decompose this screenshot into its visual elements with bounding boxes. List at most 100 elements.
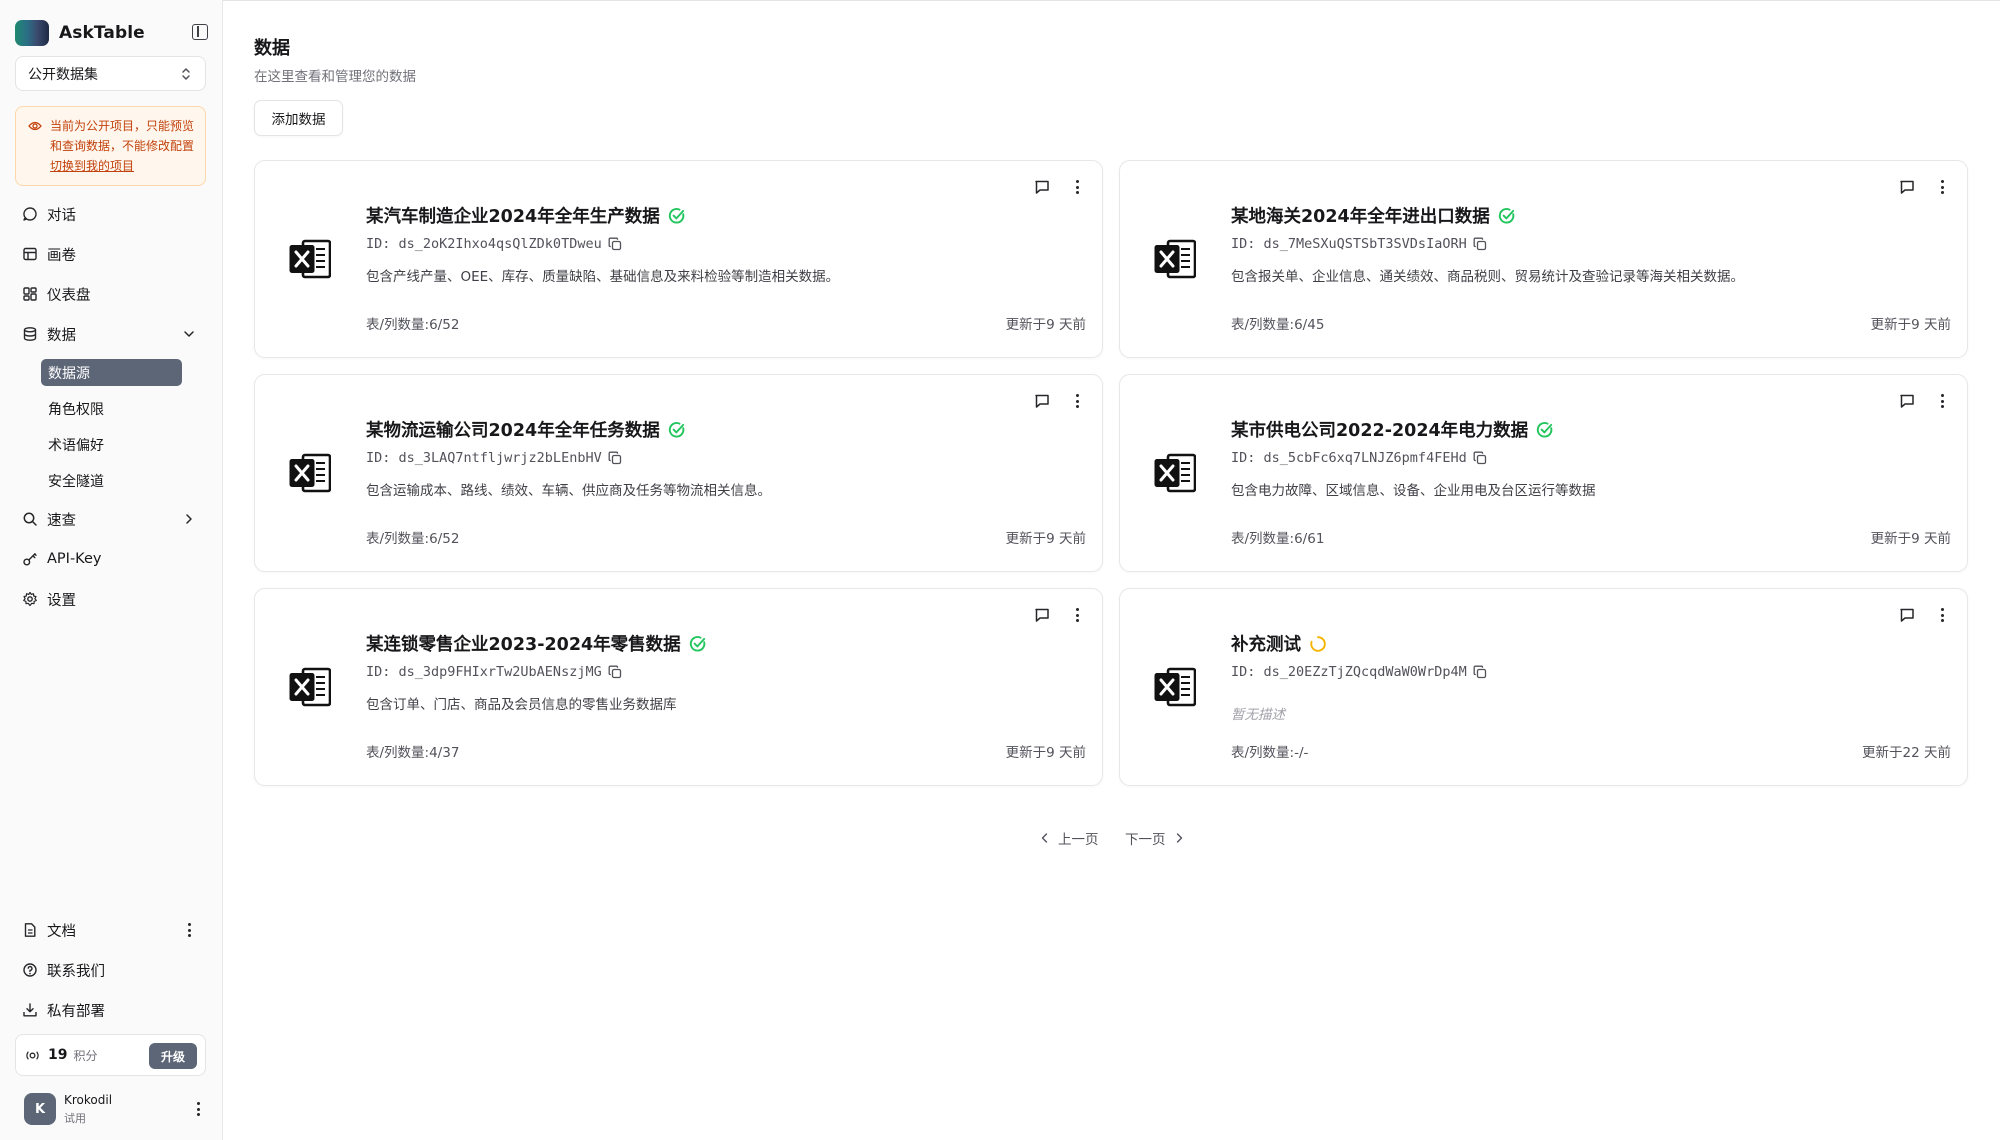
layout-panel-icon bbox=[22, 246, 38, 262]
more-vertical-icon[interactable] bbox=[1935, 179, 1949, 195]
project-select-value: 公开数据集 bbox=[28, 66, 98, 83]
brand-name: AskTable bbox=[59, 23, 145, 43]
copy-icon[interactable] bbox=[1473, 451, 1487, 465]
comment-icon[interactable] bbox=[1899, 393, 1915, 409]
copy-icon[interactable] bbox=[608, 451, 622, 465]
next-page-button[interactable]: 下一页 bbox=[1125, 828, 1184, 848]
comment-icon[interactable] bbox=[1899, 179, 1915, 195]
datasource-title[interactable]: 某市供电公司2022-2024年电力数据 bbox=[1231, 417, 1554, 442]
datasource-title[interactable]: 某物流运输公司2024年全年任务数据 bbox=[366, 417, 686, 442]
comment-icon[interactable] bbox=[1034, 393, 1050, 409]
nav-quick[interactable]: 速查 bbox=[15, 503, 206, 535]
datasource-title-text: 某地海关2024年全年进出口数据 bbox=[1231, 207, 1490, 227]
datasource-table-count: 表/列数量:6/61 bbox=[1231, 531, 1325, 547]
excel-file-icon bbox=[1154, 667, 1197, 707]
copy-icon[interactable] bbox=[1473, 237, 1487, 251]
nav-private-deploy[interactable]: 私有部署 bbox=[15, 994, 206, 1026]
datasource-description: 包含产线产量、OEE、库存、质量缺陷、基础信息及来料检验等制造相关数据。 bbox=[366, 269, 840, 285]
public-project-notice: 当前为公开项目，只能预览和查询数据，不能修改配置 切换到我的项目 bbox=[15, 106, 206, 186]
datasource-table-count: 表/列数量:-/- bbox=[1231, 745, 1309, 761]
datasource-title-text: 某连锁零售企业2023-2024年零售数据 bbox=[366, 635, 681, 655]
more-vertical-icon[interactable] bbox=[1935, 393, 1949, 409]
chevron-down-icon[interactable] bbox=[182, 327, 196, 341]
datasource-id: ID: ds_3LAQ7ntfljwrjz2bLEnbHV bbox=[366, 450, 622, 466]
user-name: Krokodil bbox=[64, 1093, 113, 1107]
datasource-card[interactable]: 某市供电公司2022-2024年电力数据 ID: ds_5cbFc6xq7LNJZ… bbox=[1119, 374, 1968, 572]
user-menu[interactable]: K Krokodil 试用 bbox=[24, 1092, 206, 1126]
sidebar-toggle-icon[interactable] bbox=[192, 24, 208, 40]
nav-api-key[interactable]: API-Key bbox=[15, 543, 206, 575]
nav-contact[interactable]: 联系我们 bbox=[15, 954, 206, 986]
datasource-id-text: ID: ds_20EZzTjZQcqdWaW0WrDp4M bbox=[1231, 664, 1467, 680]
datasource-id: ID: ds_3dp9FHIxrTw2UbAENszjMG bbox=[366, 664, 622, 680]
page-title: 数据 bbox=[254, 38, 290, 59]
datasource-card[interactable]: 某地海关2024年全年进出口数据 ID: ds_7MeSXuQSTSbT3SVDs… bbox=[1119, 160, 1968, 358]
nav-canvas-label: 画卷 bbox=[47, 247, 76, 264]
subnav-glossary[interactable]: 术语偏好 bbox=[41, 431, 182, 458]
nav-docs[interactable]: 文档 bbox=[15, 914, 206, 946]
copy-icon[interactable] bbox=[608, 665, 622, 679]
datasource-title[interactable]: 某地海关2024年全年进出口数据 bbox=[1231, 203, 1516, 228]
datasource-card[interactable]: 某汽车制造企业2024年全年生产数据 ID: ds_2oK2Ihxo4qsQlZD… bbox=[254, 160, 1103, 358]
project-select[interactable]: 公开数据集 bbox=[15, 56, 206, 91]
chevrons-up-down-icon bbox=[182, 68, 190, 80]
datasource-card[interactable]: 补充测试 ID: ds_20EZzTjZQcqdWaW0WrDp4M 暂无描述 表/列… bbox=[1119, 588, 1968, 786]
datasource-table-count: 表/列数量:6/52 bbox=[366, 317, 460, 333]
nav-contact-label: 联系我们 bbox=[47, 963, 105, 980]
subnav-roles[interactable]: 角色权限 bbox=[41, 395, 182, 422]
nav-data-label: 数据 bbox=[47, 327, 76, 344]
nav-quick-label: 速查 bbox=[47, 512, 76, 529]
copy-icon[interactable] bbox=[608, 237, 622, 251]
brand: AskTable bbox=[15, 20, 208, 46]
datasource-id-text: ID: ds_3dp9FHIxrTw2UbAENszjMG bbox=[366, 664, 602, 680]
nav-data[interactable]: 数据 bbox=[15, 318, 206, 350]
datasource-title-text: 某物流运输公司2024年全年任务数据 bbox=[366, 421, 660, 441]
subnav-datasource[interactable]: 数据源 bbox=[41, 359, 182, 386]
add-data-button[interactable]: 添加数据 bbox=[254, 100, 343, 136]
datasource-table-count: 表/列数量:4/37 bbox=[366, 745, 460, 761]
comment-icon[interactable] bbox=[1034, 179, 1050, 195]
chevron-right-icon[interactable] bbox=[182, 512, 196, 526]
datasource-card[interactable]: 某连锁零售企业2023-2024年零售数据 ID: ds_3dp9FHIxrTw2… bbox=[254, 588, 1103, 786]
switch-project-link[interactable]: 切换到我的项目 bbox=[50, 156, 195, 176]
more-vertical-icon[interactable] bbox=[1935, 607, 1949, 623]
docs-more-icon[interactable] bbox=[182, 922, 196, 938]
nav-dashboard[interactable]: 仪表盘 bbox=[15, 278, 206, 310]
subnav-tunnel[interactable]: 安全隧道 bbox=[41, 467, 182, 494]
datasource-updated: 更新于22 天前 bbox=[1862, 745, 1951, 761]
datasource-card[interactable]: 某物流运输公司2024年全年任务数据 ID: ds_3LAQ7ntfljwrjz2… bbox=[254, 374, 1103, 572]
datasource-title-text: 补充测试 bbox=[1231, 635, 1301, 655]
nav-chat[interactable]: 对话 bbox=[15, 198, 206, 230]
prev-page-button[interactable]: 上一页 bbox=[1040, 828, 1099, 848]
more-vertical-icon[interactable] bbox=[1070, 607, 1084, 623]
comment-icon[interactable] bbox=[1899, 607, 1915, 623]
datasource-updated: 更新于9 天前 bbox=[1005, 317, 1086, 333]
nav-settings[interactable]: 设置 bbox=[15, 583, 206, 615]
user-more-icon[interactable] bbox=[191, 1101, 205, 1117]
excel-file-icon bbox=[289, 667, 332, 707]
sidebar: AskTable 公开数据集 当前为公开项目，只能预览和查询数据，不能修改配置 … bbox=[0, 0, 223, 1140]
excel-file-icon bbox=[1154, 239, 1197, 279]
upgrade-button[interactable]: 升级 bbox=[149, 1043, 197, 1069]
nav-settings-label: 设置 bbox=[47, 592, 76, 609]
more-vertical-icon[interactable] bbox=[1070, 179, 1084, 195]
datasource-id-text: ID: ds_2oK2Ihxo4qsQlZDk0TDweu bbox=[366, 236, 602, 252]
datasource-title[interactable]: 补充测试 bbox=[1231, 631, 1327, 656]
datasource-title[interactable]: 某连锁零售企业2023-2024年零售数据 bbox=[366, 631, 707, 656]
nav-canvas[interactable]: 画卷 bbox=[15, 238, 206, 270]
datasource-id: ID: ds_2oK2Ihxo4qsQlZDk0TDweu bbox=[366, 236, 622, 252]
datasource-description: 包含电力故障、区域信息、设备、企业用电及台区运行等数据 bbox=[1231, 483, 1596, 499]
points-unit: 积分 bbox=[73, 1048, 98, 1063]
help-circle-icon bbox=[22, 962, 38, 978]
datasource-title[interactable]: 某汽车制造企业2024年全年生产数据 bbox=[366, 203, 686, 228]
datasource-table-count: 表/列数量:6/52 bbox=[366, 531, 460, 547]
excel-file-icon bbox=[1154, 453, 1197, 493]
copy-icon[interactable] bbox=[1473, 665, 1487, 679]
prev-page-label: 上一页 bbox=[1058, 832, 1099, 848]
comment-icon[interactable] bbox=[1034, 607, 1050, 623]
datasource-id: ID: ds_7MeSXuQSTSbT3SVDsIaORH bbox=[1231, 236, 1487, 252]
more-vertical-icon[interactable] bbox=[1070, 393, 1084, 409]
coin-icon bbox=[26, 1051, 39, 1059]
database-icon bbox=[22, 326, 38, 342]
search-icon bbox=[22, 511, 38, 527]
